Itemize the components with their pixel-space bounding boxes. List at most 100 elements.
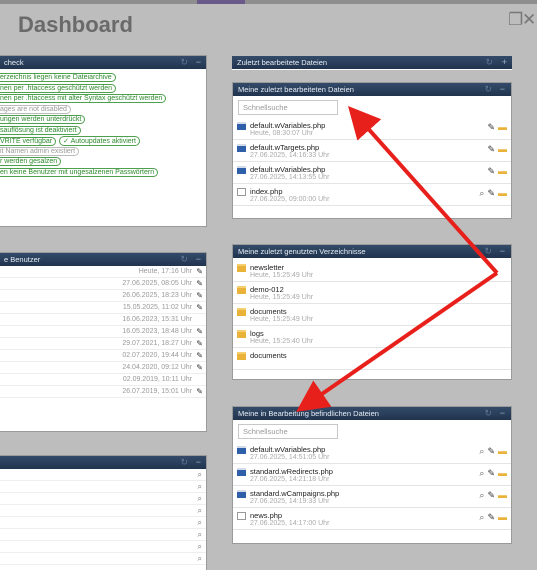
file-name[interactable]: default.wVariables.php [250,121,325,130]
file-actions: ⌕ ✎ ▬ [476,446,507,457]
file-item[interactable]: index.php 27.06.2025, 09:00:00 Uhr ⌕ ✎ ▬ [233,184,511,206]
list-item: ⌕ [0,505,206,517]
view-icon[interactable]: ⌕ [198,554,202,564]
file-item[interactable]: standard.wRedirects.php 27.06.2025, 14:21… [233,464,511,486]
folder-icon[interactable]: ▬ [498,490,507,500]
file-name[interactable]: standard.wCampaigns.php [250,489,339,498]
edit-icon[interactable]: ✎ [196,387,203,396]
view-icon[interactable]: ⌕ [198,470,202,480]
file-item[interactable]: default.wVariables.php 27.06.2025, 14:51:… [233,442,511,464]
file-item[interactable]: default.wVariables.php Heute, 08:30:07 Uh… [233,118,511,140]
edit-icon[interactable]: ✎ [487,144,495,154]
folder-icon [237,264,246,272]
folder-icon[interactable]: ▬ [498,188,507,198]
edit-icon[interactable]: ✎ [196,279,203,288]
file-item[interactable]: standard.wCampaigns.php 27.06.2025, 14:19… [233,486,511,508]
close-icon[interactable]: ✕ [522,10,536,30]
view-icon[interactable]: ⌕ [479,446,484,456]
edit-icon[interactable]: ✎ [487,468,495,478]
refresh-icon[interactable]: ↻ [180,253,188,266]
security-check-row: sauflösung ist deaktiviert [0,125,206,136]
folder-icon[interactable]: ▬ [498,468,507,478]
view-icon[interactable]: ⌕ [198,482,202,492]
add-icon[interactable]: + [502,56,507,69]
directory-item[interactable]: documents [233,348,511,370]
edit-icon[interactable]: ✎ [196,351,203,360]
directory-item[interactable]: documents Heute, 15:25:49 Uhr [233,304,511,326]
folder-icon [237,352,246,360]
folder-icon[interactable]: ▬ [498,446,507,456]
status-badge: ungen werden unterdrückt [0,115,86,124]
edit-icon[interactable]: ✎ [196,327,203,336]
minimize-icon[interactable]: − [500,407,505,420]
quick-search-input[interactable]: Schnellsuche [238,100,338,115]
refresh-icon[interactable]: ↻ [484,245,492,258]
refresh-icon[interactable]: ↻ [180,456,188,469]
folder-icon[interactable]: ▬ [498,144,507,154]
directory-name[interactable]: demo-012 [250,285,284,294]
folder-icon[interactable]: ▬ [498,166,507,176]
file-date: 27.06.2025, 14:51:05 Uhr [250,454,330,461]
file-name[interactable]: index.php [250,187,283,196]
panel-title: Meine zuletzt genutzten Verzeichnisse [238,247,366,256]
edit-icon[interactable]: ✎ [487,512,495,522]
directory-item[interactable]: logs Heute, 15:25:40 Uhr [233,326,511,348]
quick-search-input[interactable]: Schnellsuche [238,424,338,439]
security-check-row: erzeichnis liegen keine Dateiarchive [0,72,206,83]
edit-icon[interactable]: ✎ [487,166,495,176]
file-actions: ⌕ ✎ ▬ [476,468,507,479]
view-icon[interactable]: ⌕ [198,542,202,552]
edit-icon[interactable]: ✎ [487,122,495,132]
minimize-icon[interactable]: − [500,245,505,258]
list-item: ⌕ [0,493,206,505]
file-name[interactable]: default.wTargets.php [250,143,319,152]
minimize-icon[interactable]: − [196,253,201,266]
edit-icon[interactable]: ✎ [196,267,203,276]
folder-icon[interactable]: ▬ [498,122,507,132]
edit-icon[interactable]: ✎ [487,188,495,198]
view-icon[interactable]: ⌕ [479,188,484,198]
file-item[interactable]: default.wTargets.php 27.06.2025, 14:16:33… [233,140,511,162]
folder-icon [237,286,246,294]
edit-icon[interactable]: ✎ [487,490,495,500]
folder-icon [237,330,246,338]
view-icon[interactable]: ⌕ [198,506,202,516]
refresh-icon[interactable]: ↻ [485,56,493,69]
directory-name[interactable]: documents [250,351,287,360]
minimize-icon[interactable]: − [196,456,201,469]
directory-name[interactable]: logs [250,329,264,338]
edit-icon[interactable]: ✎ [196,291,203,300]
file-name[interactable]: default.wVariables.php [250,165,325,174]
refresh-icon[interactable]: ↻ [484,407,492,420]
file-item[interactable]: default.wVariables.php 27.06.2025, 14:13:… [233,162,511,184]
status-badge: ages are not disabled [0,104,71,114]
edit-icon[interactable]: ✎ [196,363,203,372]
refresh-icon[interactable]: ↻ [484,83,492,96]
view-icon[interactable]: ⌕ [198,518,202,528]
file-name[interactable]: news.php [250,511,282,520]
minimize-icon[interactable]: − [500,83,505,96]
file-name[interactable]: standard.wRedirects.php [250,467,333,476]
directory-name[interactable]: newsletter [250,263,284,272]
file-name[interactable]: default.wVariables.php [250,445,325,454]
edit-icon[interactable]: ✎ [196,303,203,312]
file-item[interactable]: news.php 27.06.2025, 14:17:00 Uhr ⌕ ✎ ▬ [233,508,511,530]
directory-name[interactable]: documents [250,307,287,316]
minimize-icon[interactable]: − [196,56,201,69]
view-icon[interactable]: ⌕ [479,512,484,522]
file-actions: ⌕ ✎ ▬ [476,188,507,199]
page-title: Dashboard [18,12,133,37]
status-badge: ✓ Autoupdates aktiviert [59,136,140,146]
view-icon[interactable]: ⌕ [198,494,202,504]
refresh-icon[interactable]: ↻ [180,56,188,69]
directory-item[interactable]: newsletter Heute, 15:25:49 Uhr [233,260,511,282]
folder-icon[interactable]: ▬ [498,512,507,522]
view-icon[interactable]: ⌕ [479,490,484,500]
view-icon[interactable]: ⌕ [479,468,484,478]
view-icon[interactable]: ⌕ [198,530,202,540]
table-row: 02.07.2020, 19:44 Uhr ✎ [0,350,206,362]
edit-icon[interactable]: ✎ [487,446,495,456]
restore-icon[interactable]: ❐ [508,10,523,30]
directory-item[interactable]: demo-012 Heute, 15:25:49 Uhr [233,282,511,304]
edit-icon[interactable]: ✎ [196,339,203,348]
